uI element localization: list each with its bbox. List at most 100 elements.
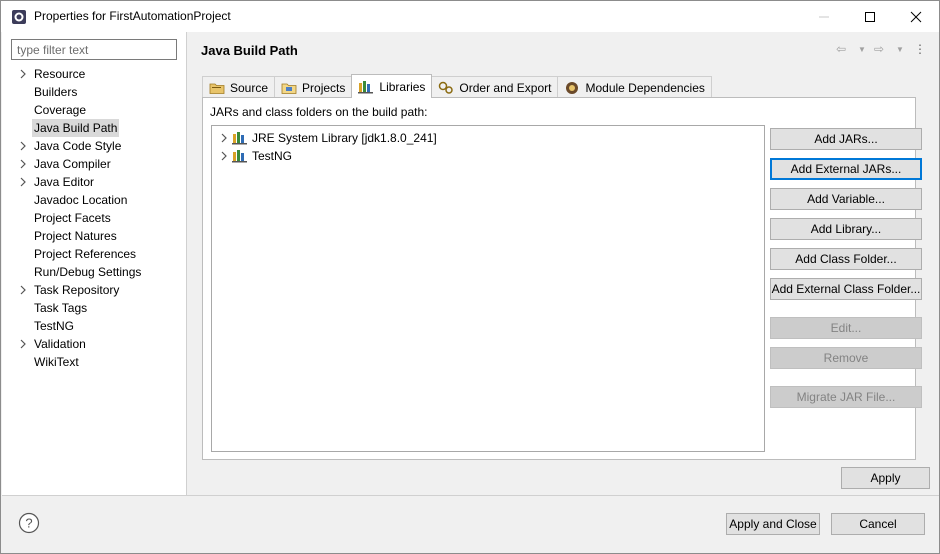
chevron-right-icon	[20, 141, 26, 151]
expand-toggle[interactable]	[18, 335, 28, 353]
page-title: Java Build Path	[201, 43, 298, 58]
source-folder-icon	[209, 81, 225, 95]
chevron-right-icon	[20, 339, 26, 349]
tab-projects[interactable]: Projects	[274, 76, 353, 98]
sidebar-item[interactable]: Coverage	[2, 101, 186, 119]
chevron-right-icon	[20, 285, 26, 295]
expand-toggle[interactable]	[18, 137, 28, 155]
category-tree: Resource Builders Coverage Java Build Path J…	[2, 65, 186, 371]
order-export-icon	[438, 81, 454, 95]
back-arrow-icon[interactable]: ⇦	[836, 42, 846, 56]
chevron-right-icon	[20, 69, 26, 79]
tab-order-and-export[interactable]: Order and Export	[431, 76, 559, 98]
tab-module-dependencies[interactable]: Module Dependencies	[557, 76, 712, 98]
view-menu-icon[interactable]: ⋮	[914, 42, 926, 56]
add-library-button[interactable]: Add Library...	[770, 218, 922, 240]
library-entry[interactable]: JRE System Library [jdk1.8.0_241]	[212, 129, 764, 147]
sidebar-item-label: Task Repository	[34, 283, 120, 297]
sidebar-item-label: Coverage	[34, 103, 87, 117]
apply-and-close-button[interactable]: Apply and Close	[726, 513, 820, 535]
module-dependencies-icon	[564, 81, 580, 95]
sidebar-item[interactable]: TestNG	[2, 317, 186, 335]
expand-toggle[interactable]	[18, 155, 28, 173]
sidebar-item[interactable]: Builders	[2, 83, 186, 101]
tab-label: Projects	[302, 80, 346, 95]
minimize-button[interactable]	[801, 1, 847, 32]
tab-label: Order and Export	[459, 80, 552, 95]
sidebar-item[interactable]: WikiText	[2, 353, 186, 371]
build-path-tabs: Source Projects Libraries Order and Export M…	[202, 74, 930, 460]
libraries-tree[interactable]: JRE System Library [jdk1.8.0_241] TestNG	[211, 125, 765, 452]
sidebar-item[interactable]: Task Tags	[2, 299, 186, 317]
tab-libraries[interactable]: Libraries	[351, 74, 433, 98]
sidebar-item-label: Validation	[34, 337, 86, 351]
tab-label: Module Dependencies	[585, 80, 705, 95]
sidebar-item[interactable]: Validation	[2, 335, 186, 353]
remove-button[interactable]: Remove	[770, 347, 922, 369]
sidebar-item[interactable]: Java Code Style	[2, 137, 186, 155]
edit-button[interactable]: Edit...	[770, 317, 922, 339]
chevron-right-icon	[221, 151, 227, 161]
maximize-button[interactable]	[847, 1, 893, 32]
apply-button[interactable]: Apply	[841, 467, 930, 489]
expand-toggle[interactable]	[18, 65, 28, 83]
sidebar-item-label: Resource	[34, 67, 86, 81]
sidebar-item[interactable]: Java Compiler	[2, 155, 186, 173]
forward-menu-icon[interactable]: ▼	[896, 45, 904, 54]
add-external-class-folder-button[interactable]: Add External Class Folder...	[770, 278, 922, 300]
property-page: Java Build Path ⇦ ▼ ⇨ ▼ ⋮ Source Projects…	[188, 32, 939, 495]
filter-input[interactable]	[11, 39, 177, 60]
expand-toggle[interactable]	[219, 147, 229, 165]
libraries-icon	[358, 80, 374, 94]
sidebar-item[interactable]: Java Build Path	[2, 119, 186, 137]
library-entry-label: TestNG	[252, 149, 293, 163]
sidebar-item[interactable]: Run/Debug Settings	[2, 263, 186, 281]
add-variable-button[interactable]: Add Variable...	[770, 188, 922, 210]
chevron-right-icon	[221, 133, 227, 143]
cancel-button[interactable]: Cancel	[831, 513, 925, 535]
sidebar-item-label: Project Natures	[34, 229, 117, 243]
maximize-icon	[865, 11, 875, 22]
tab-label: Libraries	[379, 79, 426, 94]
dialog-button-bar: ? Apply and Close Cancel	[2, 495, 939, 553]
expand-toggle[interactable]	[219, 129, 229, 147]
add-jars-button[interactable]: Add JARs...	[770, 128, 922, 150]
sidebar-item-label: Java Compiler	[34, 157, 111, 171]
sidebar-item-label: Project Facets	[34, 211, 111, 225]
sidebar-item[interactable]: Project Facets	[2, 209, 186, 227]
sidebar-item[interactable]: Project Natures	[2, 227, 186, 245]
sidebar-item[interactable]: Resource	[2, 65, 186, 83]
migrate-jar-button[interactable]: Migrate JAR File...	[770, 386, 922, 408]
back-menu-icon[interactable]: ▼	[858, 45, 866, 54]
sidebar-item-label: Builders	[34, 85, 78, 99]
sidebar-item[interactable]: Task Repository	[2, 281, 186, 299]
chevron-right-icon	[20, 177, 26, 187]
sidebar-item-label: Task Tags	[34, 301, 88, 315]
sidebar-item-label: Run/Debug Settings	[34, 265, 142, 279]
sidebar-item-label: Java Editor	[34, 175, 95, 189]
sidebar-item-label: WikiText	[34, 355, 79, 369]
library-icon	[232, 131, 248, 145]
forward-arrow-icon[interactable]: ⇨	[874, 42, 884, 56]
close-button[interactable]	[893, 1, 939, 32]
page-navigation: ⇦ ▼ ⇨ ▼ ⋮	[836, 42, 926, 58]
sidebar-item-label: Javadoc Location	[34, 193, 128, 207]
minimize-icon	[819, 16, 829, 17]
sidebar-item[interactable]: Javadoc Location	[2, 191, 186, 209]
add-external-jars-button[interactable]: Add External JARs...	[770, 158, 922, 180]
add-class-folder-button[interactable]: Add Class Folder...	[770, 248, 922, 270]
sidebar-item-label: Java Code Style	[34, 139, 122, 153]
tab-strip: Source Projects Libraries Order and Export M…	[202, 74, 712, 98]
help-icon[interactable]: ?	[18, 512, 40, 534]
sidebar-item[interactable]: Project References	[2, 245, 186, 263]
svg-text:?: ?	[25, 516, 32, 531]
tab-source[interactable]: Source	[202, 76, 276, 98]
expand-toggle[interactable]	[18, 281, 28, 299]
title-bar: Properties for FirstAutomationProject	[1, 1, 939, 32]
library-entry[interactable]: TestNG	[212, 147, 764, 165]
library-icon	[232, 149, 248, 163]
sidebar-item[interactable]: Java Editor	[2, 173, 186, 191]
expand-toggle[interactable]	[18, 173, 28, 191]
close-icon	[910, 11, 922, 22]
sidebar-item-label: Java Build Path	[32, 119, 120, 137]
